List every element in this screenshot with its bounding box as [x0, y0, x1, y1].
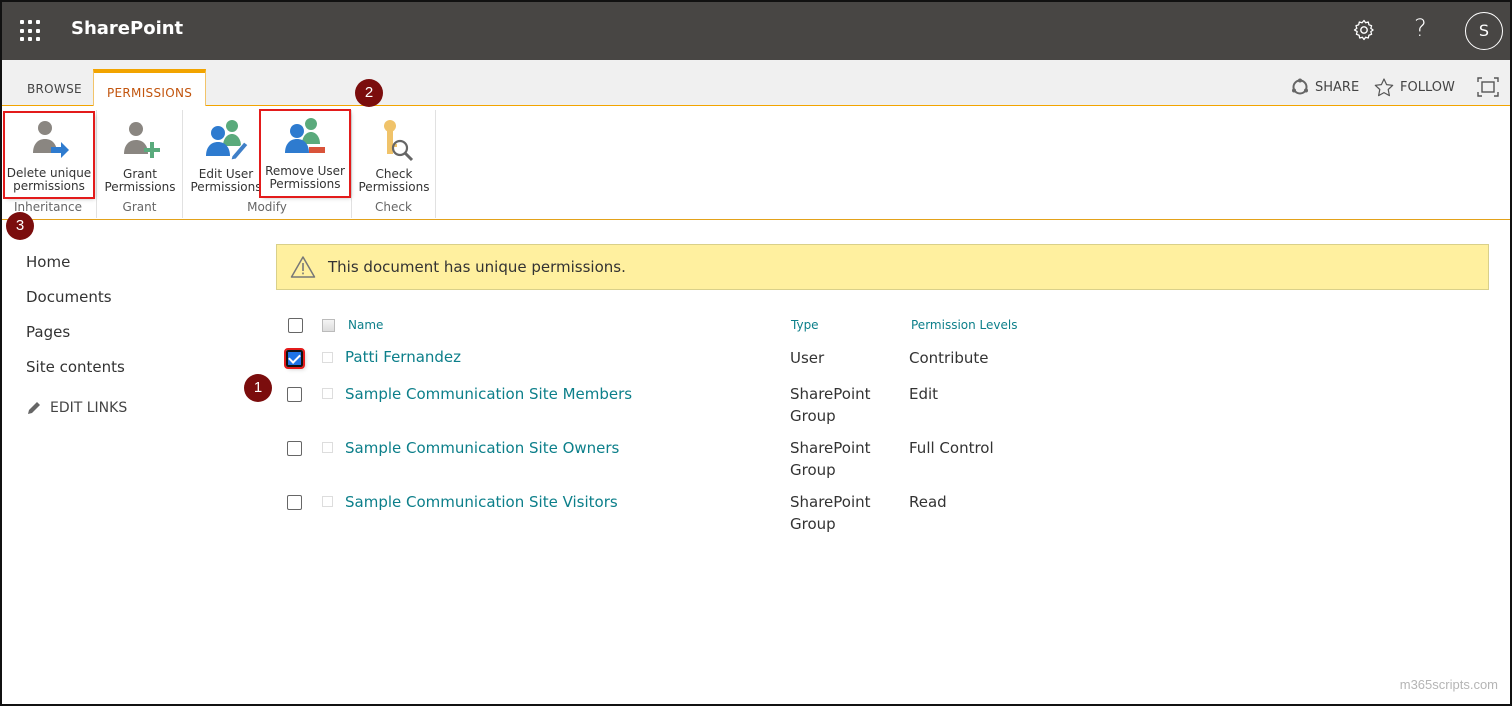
- row-checkbox[interactable]: [287, 387, 302, 402]
- row-name-link[interactable]: Sample Communication Site Members: [345, 385, 632, 403]
- check-permissions-button[interactable]: Check Permissions: [352, 114, 436, 198]
- column-header-permission-levels[interactable]: Permission Levels: [911, 318, 1017, 332]
- ribbon: Delete unique permissions Inheritance Gr…: [0, 106, 1512, 220]
- row-checkbox[interactable]: [287, 441, 302, 456]
- avatar[interactable]: S: [1465, 12, 1503, 50]
- users-edit-icon: [206, 120, 249, 161]
- column-header-name[interactable]: Name: [348, 318, 383, 332]
- focus-mode-icon[interactable]: [1477, 77, 1499, 97]
- row-name-link[interactable]: Sample Communication Site Owners: [345, 439, 619, 457]
- ribbon-group-grant: Grant Permissions Grant: [97, 110, 183, 218]
- row-item-checkbox[interactable]: [322, 352, 333, 363]
- step-marker-1: 1: [244, 374, 272, 402]
- tab-permissions[interactable]: PERMISSIONS: [93, 69, 207, 107]
- table-header: Name Type Permission Levels: [286, 314, 1186, 338]
- button-label-line1: Check: [375, 167, 413, 181]
- follow-button[interactable]: FOLLOW: [1374, 78, 1455, 97]
- waffle-icon[interactable]: [20, 20, 42, 42]
- button-label-line1: Remove User: [265, 164, 345, 178]
- unique-permissions-banner: This document has unique permissions.: [276, 244, 1489, 290]
- button-label-line2: permissions: [13, 179, 85, 193]
- watermark: m365scripts.com: [1399, 677, 1498, 692]
- button-label-line2: Permissions: [269, 177, 341, 191]
- key-search-icon: [384, 120, 414, 162]
- row-type: SharePoint Group: [790, 383, 871, 427]
- column-header-type[interactable]: Type: [791, 318, 819, 332]
- group-label-check: Check: [375, 200, 412, 214]
- row-type-line2: Group: [790, 515, 836, 533]
- row-item-checkbox[interactable]: [322, 388, 333, 399]
- nav-item-pages[interactable]: Pages: [26, 322, 127, 357]
- edit-links-button[interactable]: EDIT LINKS: [26, 400, 127, 416]
- follow-label: FOLLOW: [1400, 80, 1455, 95]
- remove-user-permissions-button[interactable]: Remove User Permissions: [259, 109, 351, 198]
- star-icon: [1374, 78, 1394, 97]
- row-type: SharePoint Group: [790, 437, 871, 481]
- help-icon[interactable]: ?: [1414, 14, 1427, 42]
- row-item-checkbox[interactable]: [322, 496, 333, 507]
- step-marker-2: 2: [355, 79, 383, 107]
- button-label-line2: Permissions: [104, 180, 176, 194]
- row-type-line1: SharePoint: [790, 493, 871, 511]
- row-type: SharePoint Group: [790, 491, 871, 535]
- button-label-line2: Permissions: [358, 180, 430, 194]
- select-all-checkbox[interactable]: [288, 318, 303, 333]
- row-name-link[interactable]: Sample Communication Site Visitors: [345, 493, 618, 511]
- button-label-line1: Grant: [123, 167, 157, 181]
- button-label-line2: Permissions: [190, 180, 262, 194]
- row-type-line2: Group: [790, 407, 836, 425]
- row-permission-level: Full Control: [909, 439, 994, 457]
- row-permission-level: Contribute: [909, 349, 989, 367]
- edit-user-permissions-button[interactable]: Edit User Permissions: [183, 114, 269, 198]
- pencil-icon: [28, 402, 40, 414]
- ribbon-group-inheritance: Delete unique permissions Inheritance: [0, 110, 97, 218]
- suite-bar: SharePoint ? S: [0, 0, 1512, 60]
- row-type-line1: SharePoint: [790, 385, 871, 403]
- row-item-checkbox[interactable]: [322, 442, 333, 453]
- share-label: SHARE: [1315, 79, 1360, 95]
- share-icon: [1292, 78, 1308, 95]
- row-name-link[interactable]: Patti Fernandez: [345, 348, 461, 366]
- user-arrow-icon: [33, 121, 69, 158]
- banner-text: This document has unique permissions.: [328, 258, 626, 276]
- edit-links-label: EDIT LINKS: [50, 400, 128, 416]
- row-permission-level: Read: [909, 493, 947, 511]
- button-label-line1: Delete unique: [6, 166, 92, 180]
- user-add-icon: [124, 122, 160, 158]
- button-label-line1: Edit User: [198, 167, 254, 181]
- grant-permissions-button[interactable]: Grant Permissions: [97, 114, 183, 198]
- nav-item-site-contents[interactable]: Site contents: [26, 357, 127, 392]
- ribbon-group-check: Check Permissions Check: [352, 110, 436, 218]
- gear-icon[interactable]: [1352, 18, 1376, 42]
- step-marker-3: 3: [6, 212, 34, 240]
- app-title[interactable]: SharePoint: [71, 18, 183, 39]
- row-type-line2: Group: [790, 461, 836, 479]
- group-label-modify: Modify: [247, 200, 287, 214]
- row-checkbox[interactable]: [284, 348, 305, 369]
- row-permission-level: Edit: [909, 385, 939, 403]
- nav-item-documents[interactable]: Documents: [26, 287, 127, 322]
- warning-icon: [290, 256, 316, 278]
- row-type: User: [790, 347, 824, 369]
- ribbon-tabs: BROWSE PERMISSIONS SHARE FOLLOW: [0, 60, 1512, 107]
- delete-unique-permissions-button[interactable]: Delete unique permissions: [3, 111, 95, 199]
- row-type-line1: User: [790, 349, 825, 367]
- header-item-checkbox[interactable]: [322, 319, 335, 332]
- row-type-line1: SharePoint: [790, 439, 871, 457]
- share-button[interactable]: SHARE: [1291, 78, 1359, 96]
- users-remove-icon: [285, 118, 325, 153]
- row-checkbox[interactable]: [287, 495, 302, 510]
- left-navigation: Home Documents Pages Site contents EDIT …: [26, 252, 127, 416]
- group-label-grant: Grant: [122, 200, 157, 214]
- tab-browse[interactable]: BROWSE: [14, 75, 95, 106]
- nav-item-home[interactable]: Home: [26, 252, 127, 287]
- ribbon-group-modify: Edit User Permissions Remove User Permis…: [183, 109, 352, 218]
